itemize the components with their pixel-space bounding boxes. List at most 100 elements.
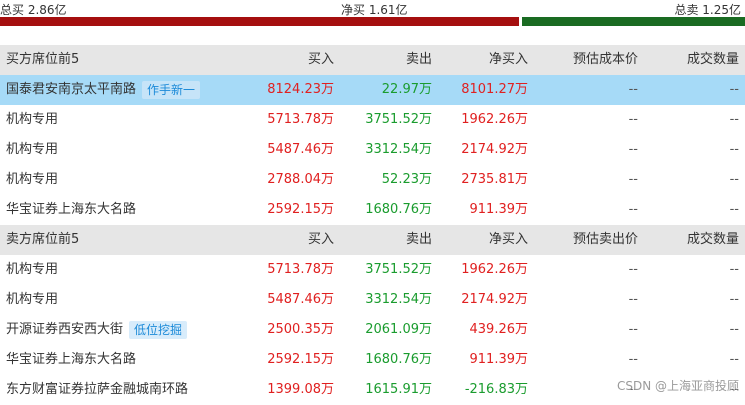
header-net: 净买入 — [432, 225, 528, 255]
header-net: 净买入 — [432, 45, 528, 75]
cell-vol: -- — [638, 165, 745, 195]
table-row[interactable]: 国泰君安南京太平南路作手新一8124.23万22.97万8101.27万---- — [0, 75, 745, 105]
cell-buy: 2592.15万 — [240, 195, 334, 225]
total-sell-label: 总卖 1.25亿 — [674, 1, 741, 18]
cell-buy: 5487.46万 — [240, 285, 334, 315]
cell-vol: -- — [638, 285, 745, 315]
table-row[interactable]: 机构专用2788.04万52.23万2735.81万---- — [0, 165, 745, 195]
header-buy: 买入 — [240, 225, 334, 255]
net-buy-label: 净买 1.61亿 — [341, 1, 408, 18]
seat-name-text: 机构专用 — [6, 105, 58, 135]
header-name: 卖方席位前5 — [0, 225, 240, 255]
cell-net: 8101.27万 — [432, 75, 528, 105]
cell-vol: -- — [638, 255, 745, 285]
buy-table-header: 买方席位前5买入卖出净买入预估成本价成交数量 — [0, 45, 745, 75]
header-name: 买方席位前5 — [0, 45, 240, 75]
cell-buy: 1399.08万 — [240, 375, 334, 405]
cell-buy: 2592.15万 — [240, 345, 334, 375]
summary-bar: 总买 2.86亿 净买 1.61亿 总卖 1.25亿 — [0, 0, 745, 16]
header-est: 预估卖出价 — [528, 225, 638, 255]
seat-name: 开源证券西安西大街低位挖掘 — [0, 315, 240, 345]
cell-est: -- — [528, 165, 638, 195]
cell-vol: -- — [638, 315, 745, 345]
seat-name: 机构专用 — [0, 255, 240, 285]
seat-name-text: 机构专用 — [6, 285, 58, 315]
cell-net: 2174.92万 — [432, 285, 528, 315]
cell-buy: 2500.35万 — [240, 315, 334, 345]
cell-vol: -- — [638, 195, 745, 225]
cell-est: -- — [528, 255, 638, 285]
seat-name-text: 东方财富证券拉萨金融城南环路 — [6, 375, 188, 405]
cell-buy: 5713.78万 — [240, 255, 334, 285]
cell-sell: 1615.91万 — [334, 375, 432, 405]
table-row[interactable]: 机构专用5713.78万3751.52万1962.26万---- — [0, 105, 745, 135]
cell-sell: 1680.76万 — [334, 345, 432, 375]
cell-net: -216.83万 — [432, 375, 528, 405]
cell-net: 1962.26万 — [432, 105, 528, 135]
seat-name: 华宝证券上海东大名路 — [0, 195, 240, 225]
cell-sell: 1680.76万 — [334, 195, 432, 225]
sell-table-header: 卖方席位前5买入卖出净买入预估卖出价成交数量 — [0, 225, 745, 255]
seat-name: 华宝证券上海东大名路 — [0, 345, 240, 375]
seat-tag-badge[interactable]: 低位挖掘 — [129, 321, 187, 339]
cell-net: 2174.92万 — [432, 135, 528, 165]
seat-name-text: 机构专用 — [6, 255, 58, 285]
cell-buy: 5713.78万 — [240, 105, 334, 135]
table-row[interactable]: 机构专用5487.46万3312.54万2174.92万---- — [0, 285, 745, 315]
table-row[interactable]: 开源证券西安西大街低位挖掘2500.35万2061.09万439.26万---- — [0, 315, 745, 345]
cell-est: -- — [528, 195, 638, 225]
buy-sell-ratio-bar — [0, 17, 745, 26]
seat-name: 机构专用 — [0, 135, 240, 165]
cell-net: 2735.81万 — [432, 165, 528, 195]
seat-name-text: 机构专用 — [6, 135, 58, 165]
table-row[interactable]: 华宝证券上海东大名路2592.15万1680.76万911.39万---- — [0, 195, 745, 225]
cell-est: -- — [528, 315, 638, 345]
cell-buy: 2788.04万 — [240, 165, 334, 195]
watermark: CSDN @上海亚商投顾 — [617, 377, 739, 394]
cell-sell: 22.97万 — [334, 75, 432, 105]
cell-est: -- — [528, 75, 638, 105]
header-buy: 买入 — [240, 45, 334, 75]
seat-name: 机构专用 — [0, 165, 240, 195]
table-row[interactable]: 机构专用5713.78万3751.52万1962.26万---- — [0, 255, 745, 285]
cell-net: 1962.26万 — [432, 255, 528, 285]
seat-name: 机构专用 — [0, 105, 240, 135]
seat-name-text: 国泰君安南京太平南路 — [6, 75, 136, 105]
cell-est: -- — [528, 105, 638, 135]
cell-sell: 3312.54万 — [334, 135, 432, 165]
cell-buy: 8124.23万 — [240, 75, 334, 105]
cell-vol: -- — [638, 135, 745, 165]
cell-sell: 3751.52万 — [334, 255, 432, 285]
buy-seats-table: 买方席位前5买入卖出净买入预估成本价成交数量国泰君安南京太平南路作手新一8124… — [0, 45, 745, 225]
table-row[interactable]: 机构专用5487.46万3312.54万2174.92万---- — [0, 135, 745, 165]
cell-est: -- — [528, 135, 638, 165]
cell-net: 911.39万 — [432, 345, 528, 375]
cell-vol: -- — [638, 345, 745, 375]
cell-est: -- — [528, 345, 638, 375]
cell-buy: 5487.46万 — [240, 135, 334, 165]
table-row[interactable]: 华宝证券上海东大名路2592.15万1680.76万911.39万---- — [0, 345, 745, 375]
seat-name-text: 机构专用 — [6, 165, 58, 195]
seat-name-text: 华宝证券上海东大名路 — [6, 345, 136, 375]
cell-sell: 52.23万 — [334, 165, 432, 195]
seat-name: 机构专用 — [0, 285, 240, 315]
cell-vol: -- — [638, 105, 745, 135]
cell-est: -- — [528, 285, 638, 315]
header-est: 预估成本价 — [528, 45, 638, 75]
cell-sell: 3312.54万 — [334, 285, 432, 315]
seat-name-text: 华宝证券上海东大名路 — [6, 195, 136, 225]
cell-vol: -- — [638, 75, 745, 105]
seat-tag-badge[interactable]: 作手新一 — [142, 81, 200, 99]
seat-name-text: 开源证券西安西大街 — [6, 315, 123, 345]
seat-name: 东方财富证券拉萨金融城南环路 — [0, 375, 240, 405]
cell-net: 439.26万 — [432, 315, 528, 345]
cell-sell: 3751.52万 — [334, 105, 432, 135]
buy-ratio-segment — [0, 17, 519, 26]
header-sell: 卖出 — [334, 45, 432, 75]
total-buy-label: 总买 2.86亿 — [0, 1, 67, 18]
header-vol: 成交数量 — [638, 225, 745, 255]
cell-sell: 2061.09万 — [334, 315, 432, 345]
seat-name: 国泰君安南京太平南路作手新一 — [0, 75, 240, 105]
sell-ratio-segment — [522, 17, 745, 26]
cell-net: 911.39万 — [432, 195, 528, 225]
